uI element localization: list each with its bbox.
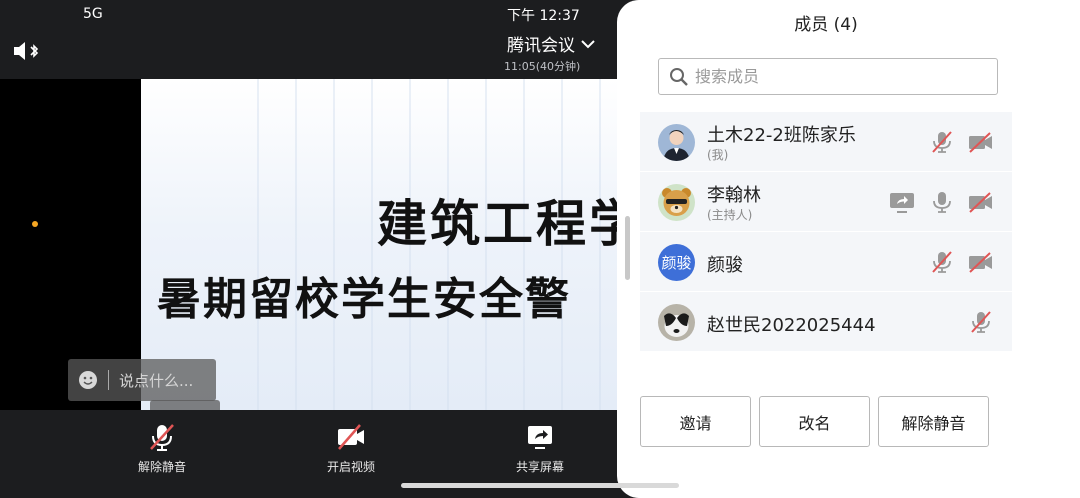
member-row[interactable]: 赵世民2022025444 (640, 292, 1012, 352)
members-panel: 成员 (4) 土木22-2班陈家乐 (我) (617, 0, 1080, 498)
share-screen-icon (528, 426, 552, 449)
mic-muted-icon[interactable] (968, 310, 994, 334)
rename-button[interactable]: 改名 (759, 396, 870, 447)
member-row[interactable]: 颜骏 颜骏 (640, 232, 1012, 292)
chat-placeholder: 说点什么... (119, 371, 194, 390)
member-search[interactable] (658, 58, 998, 95)
speaker-bluetooth-icon[interactable] (13, 41, 41, 61)
bear-avatar-icon (658, 184, 695, 221)
person-avatar-icon (658, 124, 695, 161)
signal-indicator: 5G (83, 6, 103, 22)
search-input[interactable] (695, 67, 975, 86)
member-row[interactable]: 李翰林 (主持人) (640, 172, 1012, 232)
camera-off-icon (338, 424, 364, 450)
avatar-photo (658, 124, 695, 161)
start-video-label: 开启视频 (326, 460, 375, 474)
avatar-photo (658, 184, 695, 221)
meeting-title-text: 腾讯会议 (507, 36, 575, 56)
mic-muted-icon (150, 424, 174, 451)
chat-tag (150, 400, 220, 410)
search-icon (670, 67, 688, 86)
share-screen-button[interactable]: 共享屏幕 (500, 422, 580, 475)
unmute-all-button[interactable]: 解除静音 (878, 396, 989, 447)
chat-input-box[interactable]: 说点什么... (68, 359, 216, 401)
slide-heading-2: 暑期留校学生安全警 (157, 274, 571, 325)
camera-off-icon[interactable] (968, 130, 994, 154)
avatar-photo (658, 304, 695, 341)
indicator-dot (32, 221, 38, 227)
avatar-initials: 颜骏 (658, 244, 695, 281)
member-role: (主持人) (707, 208, 753, 222)
member-list: 土木22-2班陈家乐 (我) 李翰林 (主持人) 颜骏 颜骏 赵世民202202… (640, 112, 1012, 352)
share-screen-label: 共享屏幕 (515, 460, 564, 474)
member-row[interactable]: 土木22-2班陈家乐 (我) (640, 112, 1012, 172)
meeting-title[interactable]: 腾讯会议 (507, 31, 595, 56)
meeting-elapsed: 11:05(40分钟) (504, 60, 581, 73)
divider (108, 370, 109, 390)
home-indicator[interactable] (401, 483, 679, 488)
chevron-down-icon (581, 39, 595, 48)
slide-heading-1: 建筑工程学 (377, 195, 640, 253)
panel-actions: 邀请 改名 解除静音 (640, 396, 989, 447)
screen-sharing-icon (890, 193, 914, 213)
invite-button[interactable]: 邀请 (640, 396, 751, 447)
top-bar: 5G 下午 12:37 腾讯会议 11:05(40分钟) (0, 0, 640, 79)
panel-title: 成员 (4) (794, 15, 858, 35)
member-name: 颜骏 (707, 255, 743, 276)
start-video-button[interactable]: 开启视频 (311, 422, 391, 475)
camera-off-icon[interactable] (968, 190, 994, 214)
member-name: 赵世民2022025444 (707, 315, 876, 336)
dog-avatar-icon (658, 304, 695, 341)
panel-drag-handle[interactable] (625, 216, 630, 280)
unmute-label: 解除静音 (137, 460, 186, 474)
camera-off-icon[interactable] (968, 250, 994, 274)
mic-muted-icon[interactable] (929, 250, 955, 274)
member-name: 土木22-2班陈家乐 (707, 125, 856, 146)
status-time: 下午 12:37 (507, 8, 580, 24)
mic-icon[interactable] (929, 190, 955, 214)
member-role: (我) (707, 148, 729, 162)
member-name: 李翰林 (707, 185, 761, 206)
unmute-button[interactable]: 解除静音 (122, 422, 202, 475)
emoji-icon[interactable] (78, 370, 98, 390)
mic-muted-icon[interactable] (929, 130, 955, 154)
